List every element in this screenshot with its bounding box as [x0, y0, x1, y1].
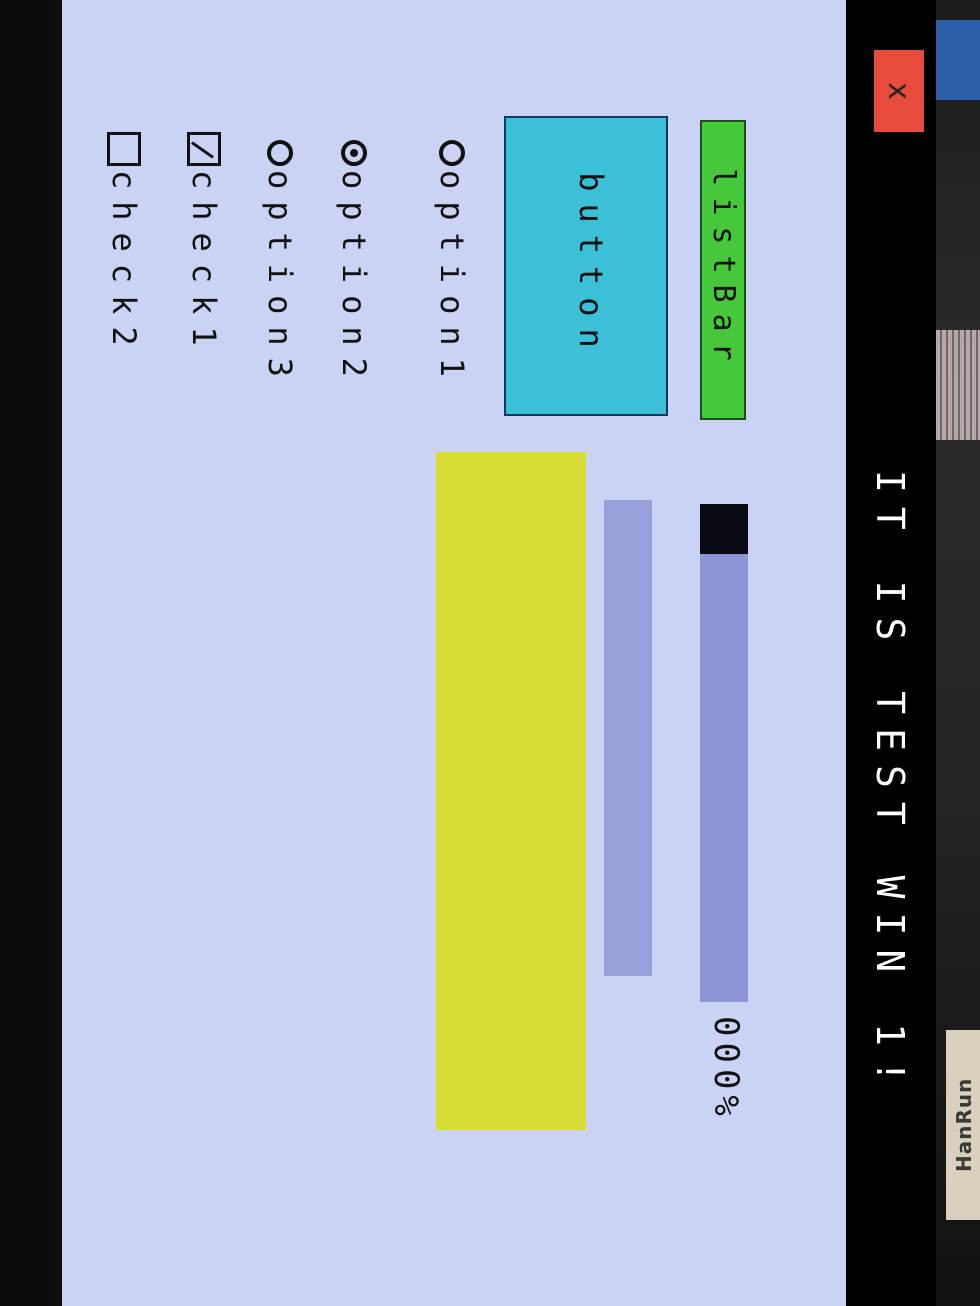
radio-selected-icon — [341, 140, 367, 166]
checkbox-label: check2 — [105, 170, 143, 358]
radio-icon — [267, 140, 293, 166]
progress-label: 000% — [706, 1016, 746, 1122]
radio-icon — [439, 140, 465, 166]
checkbox-check1[interactable]: check1 — [182, 132, 226, 358]
window-body: listBar button option1 option2 option3 c… — [62, 0, 846, 1306]
close-button[interactable]: x — [874, 50, 924, 132]
ribbon-cable — [936, 330, 980, 440]
checkbox-check2[interactable]: check2 — [102, 132, 146, 358]
progress-fill — [700, 504, 748, 554]
board-connector — [930, 20, 980, 100]
radio-option3[interactable]: option3 — [258, 140, 302, 389]
radio-label: option1 — [433, 170, 471, 389]
checkbox-label: check1 — [185, 170, 223, 358]
progress-bar — [700, 504, 748, 1002]
ethernet-jack-label: HanRun — [952, 1077, 976, 1173]
checkbox-checked-icon — [187, 132, 221, 166]
window-titlebar: x IT IS TEST WIN 1! — [846, 0, 936, 1306]
window-title: IT IS TEST WIN 1! — [868, 470, 912, 1097]
device-photo: HanRun x IT IS TEST WIN 1! listBar butto… — [0, 0, 980, 1306]
text-area[interactable] — [436, 452, 586, 1130]
checkbox-icon — [107, 132, 141, 166]
radio-option2[interactable]: option2 — [332, 140, 376, 389]
test-window: x IT IS TEST WIN 1! listBar button optio… — [62, 0, 936, 1306]
slider-track[interactable] — [604, 500, 652, 976]
main-button[interactable]: button — [504, 116, 668, 416]
lcd-screen: x IT IS TEST WIN 1! listBar button optio… — [62, 0, 936, 1306]
radio-label: option2 — [335, 170, 373, 389]
radio-label: option3 — [261, 170, 299, 389]
listbar[interactable]: listBar — [700, 120, 746, 420]
radio-option1[interactable]: option1 — [430, 140, 474, 389]
